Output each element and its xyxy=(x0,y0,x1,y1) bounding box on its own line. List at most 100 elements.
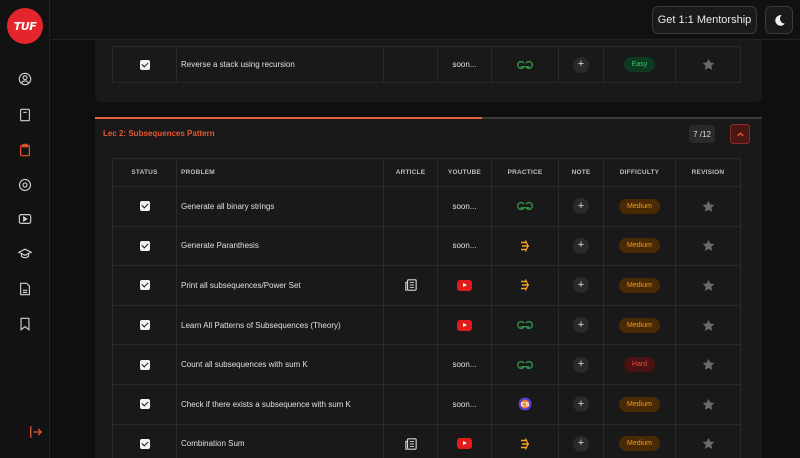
note-cell[interactable]: + xyxy=(558,265,604,306)
star-icon[interactable] xyxy=(702,437,715,450)
add-note-button[interactable]: + xyxy=(573,435,589,452)
practice-cell[interactable] xyxy=(491,304,559,346)
problem-cell[interactable]: Count all subsequences with sum K xyxy=(176,344,384,385)
bookmark-icon[interactable] xyxy=(15,314,35,334)
status-cell[interactable] xyxy=(112,225,177,267)
star-icon[interactable] xyxy=(702,279,715,292)
gfg-icon[interactable] xyxy=(516,360,534,370)
video-icon[interactable] xyxy=(15,209,35,229)
problem-cell[interactable]: Check if there exists a subsequence with… xyxy=(176,383,384,425)
mentorship-button[interactable]: Get 1:1 Mentorship xyxy=(652,6,757,34)
star-icon[interactable] xyxy=(702,398,715,411)
table-row[interactable]: Count all subsequences with sum K soon...… xyxy=(112,344,741,385)
problem-cell[interactable]: Print all subsequences/Power Set xyxy=(176,265,384,306)
youtube-cell[interactable] xyxy=(437,423,492,458)
youtube-cell[interactable] xyxy=(437,265,492,306)
theme-toggle-button[interactable] xyxy=(765,6,793,34)
table-row[interactable]: Learn All Patterns of Subsequences (Theo… xyxy=(112,304,741,346)
practice-cell[interactable] xyxy=(491,46,559,83)
revision-cell[interactable] xyxy=(675,304,741,346)
problem-cell[interactable]: Generate all binary strings xyxy=(176,186,384,227)
revision-cell[interactable] xyxy=(675,225,741,267)
table-row[interactable]: Combination Sum + Medium xyxy=(112,423,741,458)
coding-ninjas-icon[interactable] xyxy=(519,278,531,292)
add-note-button[interactable]: + xyxy=(573,317,589,334)
tuf-logo[interactable]: TUF xyxy=(7,8,43,44)
article-icon[interactable] xyxy=(404,438,417,451)
checkbox-checked[interactable] xyxy=(139,399,150,410)
add-note-button[interactable]: + xyxy=(573,277,589,294)
problem-cell[interactable]: Reverse a stack using recursion xyxy=(176,46,384,83)
settings-icon[interactable] xyxy=(15,175,35,195)
article-cell[interactable] xyxy=(383,423,438,458)
problem-cell[interactable]: Combination Sum xyxy=(176,423,384,458)
revision-cell[interactable] xyxy=(675,344,741,385)
star-icon[interactable] xyxy=(702,358,715,371)
note-cell[interactable]: + xyxy=(558,186,604,227)
youtube-icon[interactable] xyxy=(457,319,472,331)
note-cell[interactable]: + xyxy=(558,225,604,267)
practice-cell[interactable] xyxy=(491,423,559,458)
revision-cell[interactable] xyxy=(675,383,741,425)
star-icon[interactable] xyxy=(702,58,715,71)
note-cell[interactable]: + xyxy=(558,423,604,458)
table-row[interactable]: Generate Paranthesis soon... + Medium xyxy=(112,225,741,267)
table-row[interactable]: Generate all binary strings soon... + Mediu… xyxy=(112,186,741,227)
section-title[interactable]: Lec 2: Subsequences Pattern xyxy=(103,129,215,138)
status-cell[interactable] xyxy=(112,186,177,227)
codestudio-icon[interactable]: CS xyxy=(518,397,532,411)
checkbox-checked[interactable] xyxy=(139,201,150,212)
star-icon[interactable] xyxy=(702,319,715,332)
coding-ninjas-icon[interactable] xyxy=(519,239,531,253)
add-note-button[interactable]: + xyxy=(573,56,589,73)
checkbox-checked[interactable] xyxy=(139,59,150,70)
status-cell[interactable] xyxy=(112,265,177,306)
add-note-button[interactable]: + xyxy=(573,356,589,373)
article-cell[interactable] xyxy=(383,265,438,306)
add-note-button[interactable]: + xyxy=(573,237,589,254)
coding-ninjas-icon[interactable] xyxy=(519,437,531,451)
practice-cell[interactable] xyxy=(491,186,559,227)
revision-cell[interactable] xyxy=(675,423,741,458)
checkbox-checked[interactable] xyxy=(139,359,150,370)
practice-cell[interactable] xyxy=(491,265,559,306)
revision-cell[interactable] xyxy=(675,46,741,83)
note-cell[interactable]: + xyxy=(558,304,604,346)
checkbox-checked[interactable] xyxy=(139,438,150,449)
star-icon[interactable] xyxy=(702,200,715,213)
article-icon[interactable] xyxy=(404,279,417,293)
practice-cell[interactable]: CS xyxy=(491,383,559,425)
practice-cell[interactable] xyxy=(491,344,559,385)
add-note-button[interactable]: + xyxy=(573,396,589,413)
practice-cell[interactable] xyxy=(491,225,559,267)
status-cell[interactable] xyxy=(112,46,177,83)
status-cell[interactable] xyxy=(112,383,177,425)
status-cell[interactable] xyxy=(112,344,177,385)
collapse-section-button[interactable] xyxy=(730,124,750,144)
star-icon[interactable] xyxy=(702,239,715,252)
revision-cell[interactable] xyxy=(675,265,741,306)
youtube-cell[interactable] xyxy=(437,304,492,346)
gfg-icon[interactable] xyxy=(516,201,534,211)
note-cell[interactable]: + xyxy=(558,383,604,425)
gfg-icon[interactable] xyxy=(516,320,534,330)
document-icon[interactable] xyxy=(15,279,35,299)
book-icon[interactable] xyxy=(15,105,35,125)
youtube-icon[interactable] xyxy=(457,438,472,450)
note-cell[interactable]: + xyxy=(558,344,604,385)
checkbox-checked[interactable] xyxy=(139,320,150,331)
clipboard-icon[interactable] xyxy=(15,140,35,160)
problem-cell[interactable]: Learn All Patterns of Subsequences (Theo… xyxy=(176,304,384,346)
status-cell[interactable] xyxy=(112,423,177,458)
user-circle-icon[interactable] xyxy=(15,69,35,89)
graduation-cap-icon[interactable] xyxy=(15,244,35,264)
table-row[interactable]: Reverse a stack using recursion soon... … xyxy=(112,46,741,83)
checkbox-checked[interactable] xyxy=(139,280,150,291)
revision-cell[interactable] xyxy=(675,186,741,227)
logout-icon[interactable] xyxy=(26,422,46,442)
checkbox-checked[interactable] xyxy=(139,240,150,251)
add-note-button[interactable]: + xyxy=(573,198,589,215)
table-row[interactable]: Print all subsequences/Power Set + Medium xyxy=(112,265,741,306)
table-row[interactable]: Check if there exists a subsequence with… xyxy=(112,383,741,425)
youtube-icon[interactable] xyxy=(457,279,472,291)
